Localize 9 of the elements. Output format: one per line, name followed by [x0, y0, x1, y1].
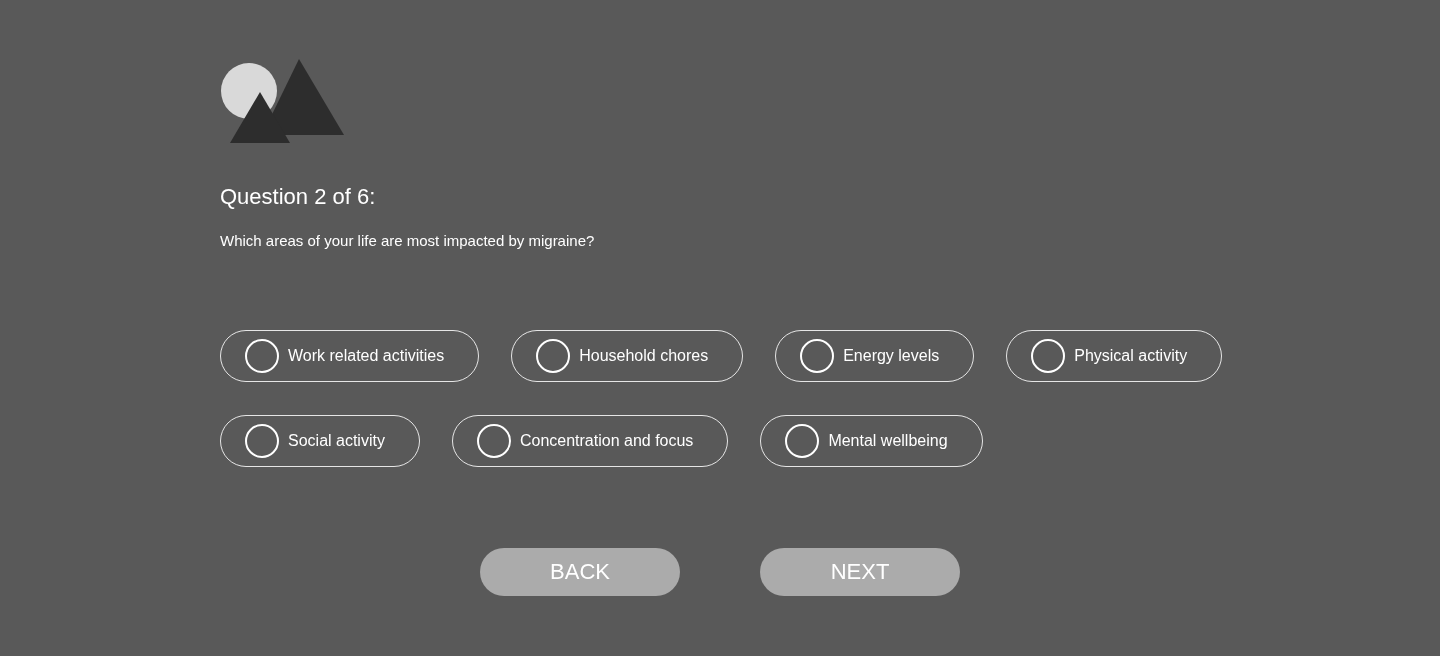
option-label: Concentration and focus: [519, 432, 694, 450]
option-label: Household chores: [579, 347, 709, 365]
option-label: Physical activity: [1074, 347, 1188, 365]
option-label: Mental wellbeing: [828, 432, 948, 450]
option-label: Energy levels: [843, 347, 940, 365]
option-label: Social activity: [288, 432, 385, 450]
option-label: Work related activities: [288, 347, 445, 365]
question-text: Which areas of your life are most impacted by migraine?: [220, 232, 595, 250]
question-title: Question 2 of 6:: [220, 184, 376, 210]
